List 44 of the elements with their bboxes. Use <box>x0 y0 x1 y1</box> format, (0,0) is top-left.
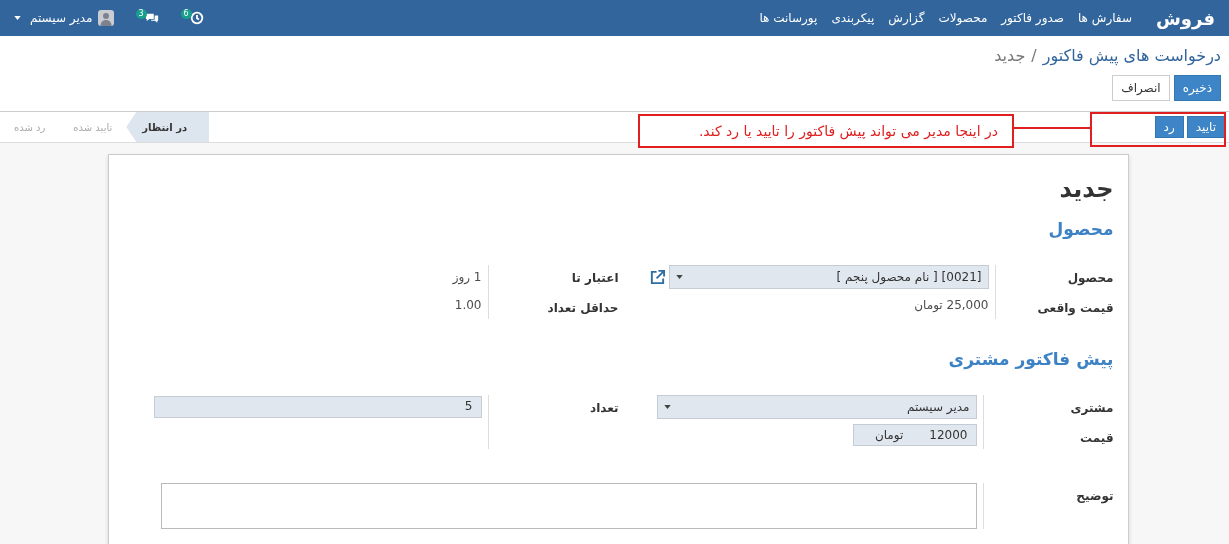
menu-item[interactable]: پیکربندی <box>831 11 875 25</box>
input-field[interactable]: 5 <box>153 396 482 418</box>
app-brand[interactable]: فروش <box>1156 7 1215 29</box>
external-link-icon[interactable] <box>648 268 666 286</box>
field-label: حداقل تعداد <box>546 301 619 315</box>
status-action-button[interactable]: تایید <box>1186 116 1225 138</box>
menu-item[interactable]: پورسانت ها <box>759 11 818 25</box>
save-button[interactable]: ذخیره <box>1173 75 1221 101</box>
field-label: محصول <box>1066 271 1114 285</box>
field-label: قیمت <box>1079 431 1114 445</box>
section-heading: محصول <box>1047 219 1114 239</box>
avatar-icon <box>97 10 114 26</box>
field-value: 1 روز <box>452 270 482 284</box>
status-action-button[interactable]: رد <box>1154 116 1184 138</box>
description-field[interactable] <box>160 483 977 529</box>
field-value: 25,000 تومان <box>914 298 989 312</box>
clock-icon[interactable] <box>189 11 204 25</box>
field-label: تعداد <box>589 401 619 415</box>
chat-icon[interactable] <box>144 11 159 25</box>
caret-icon[interactable] <box>675 275 683 279</box>
field-label: مشتری <box>1069 401 1114 415</box>
breadcrumb-separator: / <box>1031 46 1037 65</box>
select-field[interactable]: مدیر سیستم <box>656 395 977 419</box>
menu-item[interactable]: صدور فاکتور <box>1001 11 1064 25</box>
menu-item[interactable]: سفارش ها <box>1077 11 1132 25</box>
field-label: اعتبار تا <box>570 271 619 285</box>
status-stage[interactable]: در انتظار <box>126 112 210 142</box>
select-field[interactable]: [0021] [ نام محصول پنجم ] <box>668 265 989 289</box>
caret-icon[interactable] <box>14 16 21 20</box>
breadcrumb-link[interactable]: درخواست های پیش فاکتور <box>1042 46 1221 65</box>
field-label: قیمت واقعی <box>1036 301 1114 315</box>
cancel-button[interactable]: انصراف <box>1112 75 1170 101</box>
count-badge: 3 <box>135 9 147 19</box>
form-title: جدید <box>1058 175 1114 203</box>
field-value: 1.00 <box>454 298 482 312</box>
breadcrumb-current: جدید <box>994 46 1026 65</box>
menu-item[interactable]: گزارش <box>888 11 925 25</box>
annotation-callout: در اینجا مدیر می تواند پیش فاکتور را تایید یا رد کند. <box>638 114 1014 148</box>
menu-item[interactable]: محصولات <box>938 11 988 25</box>
user-name[interactable]: مدیر سیستم <box>30 11 93 25</box>
field-label: توضیح <box>1075 489 1114 503</box>
count-badge: 6 <box>180 9 192 19</box>
section-heading: پیش فاکتور مشتری <box>947 349 1114 369</box>
caret-icon[interactable] <box>663 405 671 409</box>
